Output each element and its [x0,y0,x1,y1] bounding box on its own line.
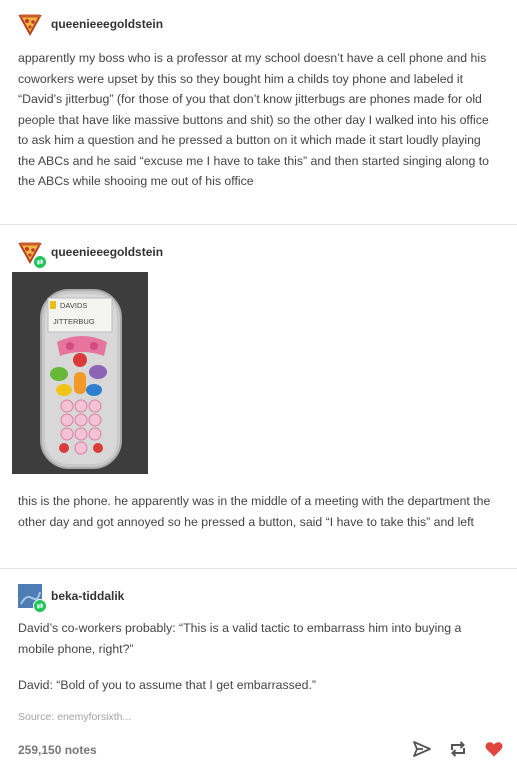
tumblr-post: queenieeegoldstein apparently my boss wh… [0,0,517,768]
post2-username[interactable]: queenieeegoldstein [51,245,163,259]
reblog-icon [451,741,465,757]
reblog-badge-icon [33,599,47,613]
pizza-avatar[interactable] [18,12,42,37]
photo-label-line2: JITTERBUG [53,317,95,326]
share-button[interactable] [411,738,433,760]
post1-header: queenieeegoldstein [18,12,163,37]
toy-phone-photo: DAVIDS JITTERBUG [12,272,148,474]
pizza-icon [18,14,42,37]
source-link[interactable]: Source: enemyforsixth... [18,711,131,723]
reblog-badge-icon [33,255,47,269]
beka-avatar[interactable] [18,584,47,613]
divider-2 [0,568,517,569]
action-bar [411,738,505,760]
post1-username[interactable]: queenieeegoldstein [51,17,163,31]
post2-header: queenieeegoldstein [18,240,163,269]
paper-plane-icon [413,741,431,757]
post3-header: beka-tiddalik [18,584,124,613]
like-button[interactable] [483,738,505,760]
divider-1 [0,224,517,225]
post3-username[interactable]: beka-tiddalik [51,589,124,603]
post-footer: 259,150 notes [0,728,517,768]
photo-label-line1: DAVIDS [60,301,87,310]
post3-body-2: David: “Bold of you to assume that I get… [18,678,317,692]
post2-body: this is the phone. he apparently was in … [18,494,491,529]
reblog-button[interactable] [447,738,469,760]
heart-icon [485,742,503,757]
pizza-avatar[interactable] [18,240,47,269]
post3-body-1: David’s co-workers probably: “This is a … [18,621,462,656]
post1-body: apparently my boss who is a professor at… [18,51,489,188]
notes-count[interactable]: 259,150 notes [18,743,97,757]
